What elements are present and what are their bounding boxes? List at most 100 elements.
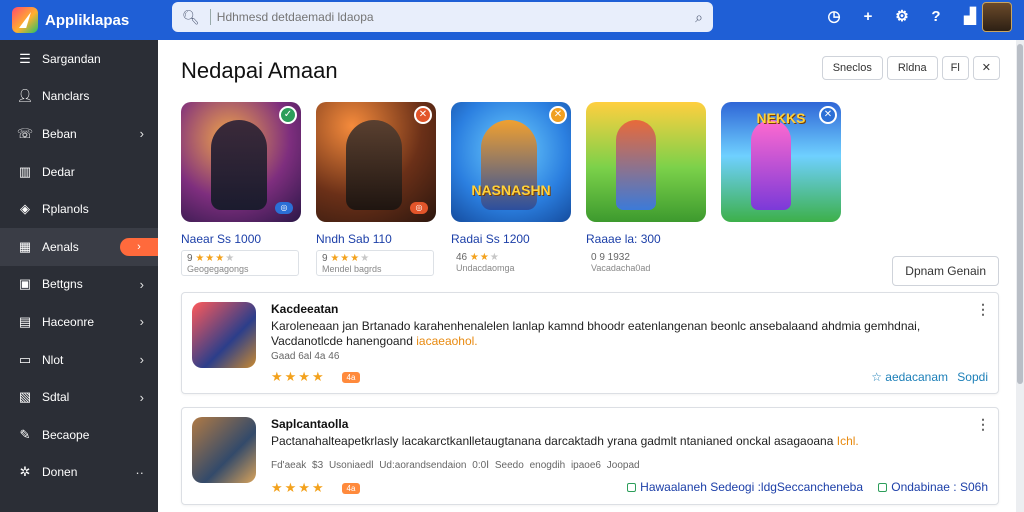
app-icon[interactable]: [192, 417, 256, 483]
list-item-description: Karoleneaan jan Brtanado karahenhenalele…: [271, 319, 921, 348]
compare-button[interactable]: Dpnam Genain: [892, 256, 999, 286]
chart-icon[interactable]: ▟: [960, 7, 980, 25]
list-icon: ▭: [18, 351, 32, 367]
checkbox-link[interactable]: Hawaalaneh Sedeogi :ldgSeccancheneba: [627, 480, 863, 494]
fl-button[interactable]: Fl: [941, 56, 969, 80]
chevron-right-icon: ›: [139, 389, 144, 405]
sidebar-item-donen[interactable]: ✲ Donen ··: [0, 454, 158, 492]
list-item-description: Pactanahalteapetkrlasly lacakarctkanllet…: [271, 434, 859, 448]
sidebar-item-rplanols[interactable]: ◈ Rplanols: [0, 190, 158, 228]
sidebar-item-beban[interactable]: ☏ Beban ›: [0, 115, 158, 153]
sidebar-item-sargandan[interactable]: ☰ Sargandan: [0, 40, 158, 78]
settings-icon: ✲: [19, 464, 31, 480]
sidebar-item-dedar[interactable]: ▥ Dedar: [0, 153, 158, 191]
game-name[interactable]: Nndh Sab 110: [316, 232, 436, 246]
book-icon: ▥: [18, 163, 32, 179]
sidebar-item-nlot[interactable]: ▭ Nlot ›: [0, 341, 158, 379]
scrollbar[interactable]: [1016, 40, 1024, 512]
phone-icon: ☏: [16, 125, 34, 141]
user-icon: 👤︎: [16, 88, 34, 104]
toolbar: Sneclos Rldna Fl ✕: [821, 56, 1000, 80]
sidebar-item-becaope[interactable]: ✎ Becaope: [0, 416, 158, 454]
game-thumbnail[interactable]: [586, 102, 706, 222]
tag-icon: ◈: [20, 201, 30, 217]
user-avatar[interactable]: [982, 2, 1012, 32]
game-card[interactable]: ✓ ◎ Naear Ss 1000 9 ★★★★ Geogegagongs: [181, 102, 301, 276]
rating-stars: ★★★★: [271, 480, 326, 495]
game-card[interactable]: ✕ NASNASHN Radai Ss 1200 46 ★★★ Undacdao…: [451, 102, 571, 276]
app-icon[interactable]: [192, 302, 256, 368]
rldna-button[interactable]: Rldna: [886, 56, 938, 80]
game-thumbnail[interactable]: ✓ ◎: [181, 102, 301, 222]
image-icon: ▣: [18, 276, 32, 292]
logo-icon: [12, 7, 38, 33]
search-submit-icon[interactable]: ⌕: [695, 9, 703, 26]
more-dots[interactable]: ··: [135, 465, 144, 480]
checkbox-icon[interactable]: [627, 483, 637, 492]
game-thumbnail[interactable]: ✕ ◎: [316, 102, 436, 222]
character-art: [751, 120, 791, 210]
controller-icon: ◎: [275, 202, 293, 214]
calendar-icon: ▤: [18, 313, 32, 329]
menu-icon: ☰: [19, 50, 31, 66]
gift-icon: ✎: [19, 426, 31, 442]
list-item-meta: Fd'aeak $3 Usoniaedl Ud:aorandsendaion 0…: [271, 460, 640, 471]
list-item-title[interactable]: Saplcantaolla: [271, 417, 348, 431]
search-input[interactable]: [209, 9, 696, 25]
help-icon[interactable]: ?: [926, 8, 946, 25]
sidebar-item-aenals[interactable]: ▦ Aenals ›: [0, 227, 158, 266]
sidebar-item-bettgns[interactable]: ▣ Bettgns ›: [0, 266, 158, 304]
sidebar-item-sdtal[interactable]: ▧ Sdtal ›: [0, 378, 158, 416]
search-bar[interactable]: 🔍︎ ⌕: [172, 2, 713, 32]
app-logo[interactable]: Appliklapas: [0, 7, 160, 33]
rating-stars: ★★★: [469, 252, 500, 263]
badge-icon: ✕: [549, 106, 567, 124]
scrollbar-thumb[interactable]: [1017, 44, 1023, 384]
rating-stars: ★★★★: [195, 253, 236, 264]
game-meta: 9 ★★★★ Mendel bagrds: [316, 250, 434, 276]
game-card[interactable]: ✕ ◎ Nndh Sab 110 9 ★★★★ Mendel bagrds: [316, 102, 436, 276]
character-art: [616, 120, 656, 210]
game-thumbnail[interactable]: ✕ NEKKS: [721, 102, 841, 222]
game-name[interactable]: Naear Ss 1000: [181, 232, 301, 246]
sidebar-item-haceonre[interactable]: ▤ Haceonre ›: [0, 303, 158, 341]
active-indicator: ›: [120, 237, 158, 256]
chevron-right-icon: ›: [139, 126, 144, 142]
main-content: Nedapai Amaan Sneclos Rldna Fl ✕ ✓ ◎ Nae…: [158, 40, 1016, 512]
game-meta: 0 9 1932 Vacadacha0ad: [591, 252, 651, 273]
character-art: [211, 120, 267, 210]
game-card[interactable]: Raaae la: 300 0 9 1932 Vacadacha0ad: [586, 102, 706, 276]
game-cards: ✓ ◎ Naear Ss 1000 9 ★★★★ Geogegagongs ✕ …: [181, 102, 841, 276]
plus-icon[interactable]: +: [858, 8, 878, 25]
game-name[interactable]: Radai Ss 1200: [451, 232, 571, 246]
open-link[interactable]: Sopdi: [957, 370, 988, 384]
clock-icon[interactable]: ◷: [824, 7, 844, 25]
wishlist-link[interactable]: ☆ aedacanam: [871, 370, 948, 384]
close-button[interactable]: ✕: [972, 56, 1000, 80]
top-bar: Appliklapas 🔍︎ ⌕ ◷ + ⚙ ? ▟: [0, 0, 1024, 40]
list-item-title[interactable]: Kacdeeatan: [271, 302, 338, 316]
gear-icon[interactable]: ⚙: [892, 7, 912, 25]
rating-badge: 4a: [342, 483, 360, 494]
character-art: [346, 120, 402, 210]
list-item[interactable]: Saplcantaolla Pactanahalteapetkrlasly la…: [181, 407, 999, 505]
game-thumbnail[interactable]: ✕ NASNASHN: [451, 102, 571, 222]
rating-badge: 4a: [342, 372, 360, 383]
checkbox-link[interactable]: Ondabinae : S06h: [878, 480, 988, 494]
sneclos-button[interactable]: Sneclos: [821, 56, 883, 80]
app-name: Appliklapas: [45, 11, 130, 29]
chevron-right-icon: ›: [139, 314, 144, 330]
checkbox-icon[interactable]: [878, 483, 888, 492]
game-logo-text: NEKKS: [756, 110, 806, 126]
rating-stars: ★★★★: [330, 253, 371, 264]
more-options-icon[interactable]: ⋮: [976, 416, 990, 433]
sidebar-item-nanclars[interactable]: 👤︎ Nanclars: [0, 78, 158, 116]
game-meta: 9 ★★★★ Geogegagongs: [181, 250, 299, 276]
more-options-icon[interactable]: ⋮: [976, 301, 990, 318]
game-card[interactable]: ✕ NEKKS: [721, 102, 841, 276]
chevron-right-icon: ›: [139, 352, 144, 368]
game-name[interactable]: Raaae la: 300: [586, 232, 706, 246]
page-title: Nedapai Amaan: [181, 58, 338, 83]
rating-stars: ★★★★: [271, 369, 326, 384]
list-item[interactable]: Kacdeeatan Karoleneaan jan Brtanado kara…: [181, 292, 999, 394]
